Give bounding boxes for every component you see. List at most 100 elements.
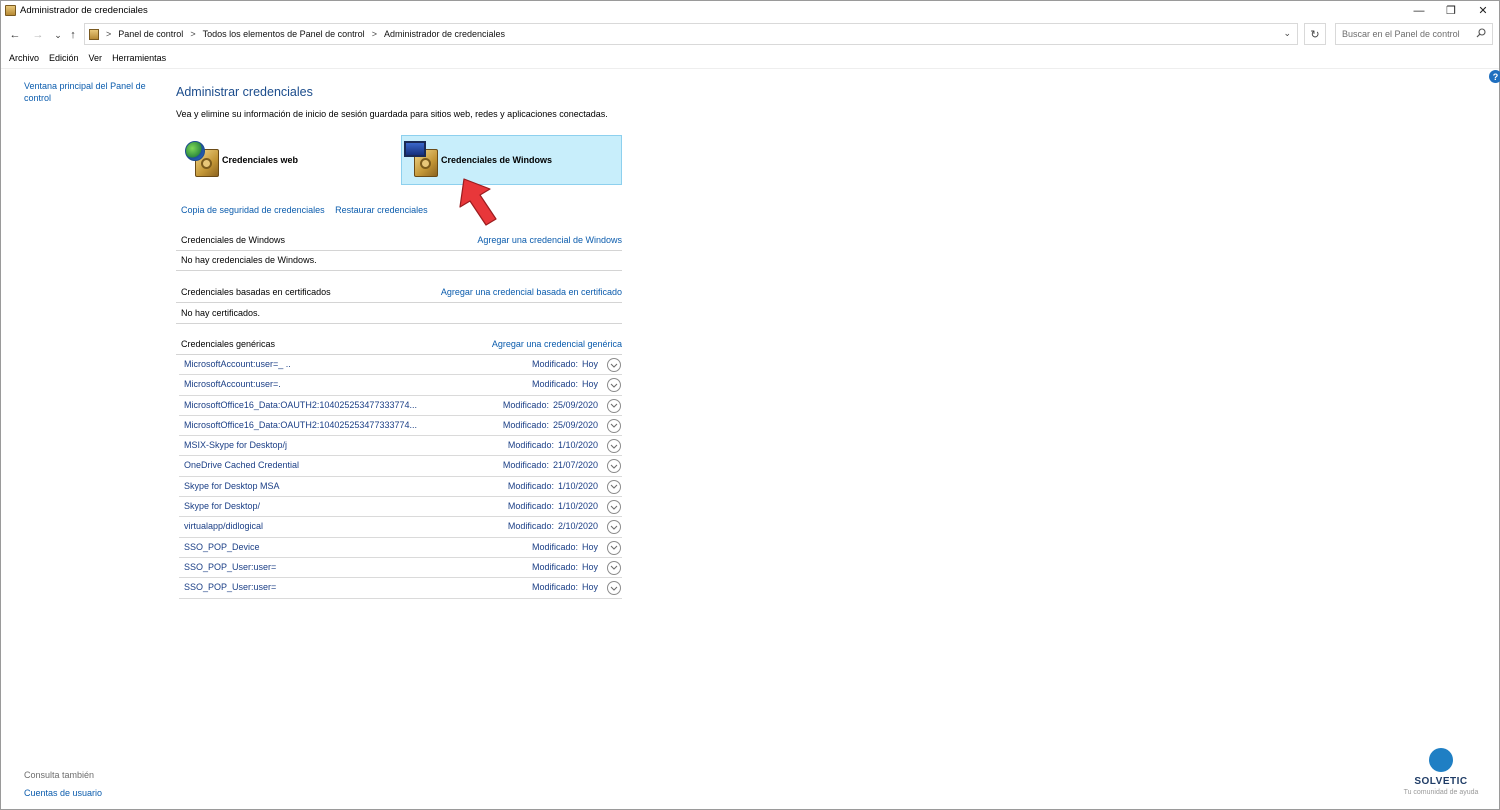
modified-label: Modificado:	[531, 582, 578, 593]
credential-name[interactable]: MSIX-Skype for Desktop/j	[184, 440, 287, 450]
credential-name[interactable]: SSO_POP_User:user=	[184, 562, 276, 572]
expand-chevron-icon[interactable]	[607, 378, 621, 393]
modified-label: Modificado:	[507, 440, 554, 451]
credential-name[interactable]: virtualapp/didlogical	[184, 521, 263, 531]
expand-chevron-icon[interactable]	[607, 358, 621, 372]
certificate-credentials-heading: Credenciales basadas en certificados	[181, 287, 331, 297]
web-credentials-label: Credenciales web	[222, 155, 299, 165]
windows-credentials-icon	[404, 141, 440, 179]
credential-modified: Modificado: 25/09/2020	[503, 420, 598, 430]
refresh-button[interactable]: ↻	[1304, 23, 1326, 45]
credential-name[interactable]: Skype for Desktop MSA	[184, 481, 280, 491]
no-certificates-text: No hay certificados.	[181, 308, 261, 318]
credential-name[interactable]: Skype for Desktop/	[184, 501, 260, 511]
breadcrumb-credential-manager[interactable]: Administrador de credenciales	[384, 29, 505, 39]
address-dropdown-chevron-icon[interactable]: ⌄	[1283, 28, 1291, 39]
credential-modified: Modificado: 1/10/2020	[508, 481, 598, 491]
expand-chevron-icon[interactable]	[607, 439, 621, 454]
restore-credentials-link[interactable]: Restaurar credenciales	[335, 205, 428, 215]
search-placeholder: Buscar en el Panel de control	[1342, 29, 1460, 39]
modified-label: Modificado:	[507, 501, 554, 512]
web-credentials-icon	[185, 141, 221, 179]
credential-name[interactable]: MicrosoftOffice16_Data:OAUTH2:1040252534…	[184, 400, 417, 410]
windows-credentials-heading: Credenciales de Windows	[181, 235, 286, 245]
modified-date: 25/09/2020	[552, 399, 598, 410]
modified-label: Modificado:	[502, 419, 549, 430]
forward-arrow-icon[interactable]: →	[30, 27, 46, 43]
expand-chevron-icon[interactable]	[607, 560, 621, 575]
credential-row[interactable]: Skype for Desktop/Modificado: 1/10/2020	[179, 497, 622, 518]
breadcrumb-control-panel[interactable]: Panel de control	[118, 29, 183, 39]
add-generic-credential-link[interactable]: Agregar una credencial genérica	[492, 339, 622, 349]
modified-label: Modificado:	[531, 541, 578, 552]
expand-chevron-icon[interactable]	[607, 398, 621, 413]
no-windows-credentials-text: No hay credenciales de Windows.	[181, 255, 317, 265]
expand-chevron-icon[interactable]	[607, 479, 621, 494]
recent-locations-chevron-icon[interactable]: ⌄	[50, 27, 66, 43]
backup-credentials-link[interactable]: Copia de seguridad de credenciales	[181, 205, 325, 215]
credential-row[interactable]: SSO_POP_User:user= Modificado: Hoy	[179, 578, 622, 599]
modified-label: Modificado:	[502, 399, 549, 410]
watermark-brand: SOLVETIC	[1414, 776, 1468, 787]
windows-credentials-label: Credenciales de Windows	[441, 155, 552, 165]
watermark-tagline: Tu comunidad de ayuda	[1403, 789, 1479, 796]
credential-name[interactable]: MicrosoftAccount:user=.	[184, 379, 281, 389]
breadcrumb-separator-icon: >	[190, 29, 196, 39]
credential-row[interactable]: virtualapp/didlogical Modificado: 2/10/202…	[179, 517, 622, 538]
credential-modified: Modificado: Hoy	[532, 582, 598, 592]
credential-name[interactable]: MicrosoftAccount:user=_ ..	[184, 359, 291, 369]
credential-modified: Modificado: 2/10/2020	[508, 521, 598, 531]
credential-row[interactable]: MicrosoftOffice16_Data:OAUTH2:1040252534…	[179, 416, 622, 437]
expand-chevron-icon[interactable]	[607, 520, 621, 535]
back-arrow-icon[interactable]: ←	[7, 27, 23, 43]
window-controls: — ❐ ✕	[1403, 1, 1499, 20]
modified-label: Modificado:	[531, 561, 578, 572]
credential-row[interactable]: SSO_POP_User:user= Modificado: Hoy	[179, 558, 622, 579]
restore-button[interactable]: ❐	[1435, 1, 1467, 20]
menu-archivo[interactable]: Archivo	[9, 53, 39, 68]
expand-chevron-icon[interactable]	[607, 418, 621, 433]
menu-ver[interactable]: Ver	[89, 53, 103, 68]
credential-name[interactable]: MicrosoftOffice16_Data:OAUTH2:1040252534…	[184, 420, 417, 430]
modified-date: 2/10/2020	[557, 521, 598, 532]
breadcrumb-all-items[interactable]: Todos los elementos de Panel de control	[203, 29, 365, 39]
credential-modified: Modificado: Hoy	[532, 359, 598, 369]
add-certificate-credential-link[interactable]: Agregar una credencial basada en certifi…	[441, 287, 622, 297]
credential-name[interactable]: SSO_POP_Device	[184, 542, 260, 552]
expand-chevron-icon[interactable]	[607, 540, 621, 555]
credential-name[interactable]: SSO_POP_User:user=	[184, 582, 276, 592]
menu-edicion[interactable]: Edición	[49, 53, 79, 68]
up-arrow-icon[interactable]: ↑	[65, 27, 81, 43]
expand-chevron-icon[interactable]	[607, 500, 621, 515]
credential-name[interactable]: OneDrive Cached Credential	[184, 460, 299, 470]
add-windows-credential-link[interactable]: Agregar una credencial de Windows	[477, 235, 622, 245]
credential-row[interactable]: OneDrive Cached Credential Modificado: 21/…	[179, 456, 622, 477]
expand-chevron-icon[interactable]	[607, 581, 621, 596]
user-accounts-link[interactable]: Cuentas de usuario	[24, 788, 102, 798]
credential-row[interactable]: SSO_POP_Device Modificado: Hoy	[179, 538, 622, 558]
title-bar: Administrador de credenciales — ❐ ✕	[1, 1, 1499, 20]
windows-credentials-tile[interactable]: Credenciales de Windows	[401, 135, 622, 185]
credential-row[interactable]: MicrosoftAccount:user=_ .. Modificado: Hoy	[179, 355, 622, 376]
minimize-button[interactable]: —	[1403, 1, 1435, 20]
modified-date: 21/07/2020	[552, 460, 598, 471]
search-input[interactable]: Buscar en el Panel de control	[1335, 23, 1493, 45]
credential-row[interactable]: MicrosoftOffice16_Data:OAUTH2:1040252534…	[179, 396, 622, 416]
close-button[interactable]: ✕	[1467, 1, 1499, 20]
modified-date: Hoy	[581, 359, 598, 369]
web-credentials-tile[interactable]: Credenciales web	[183, 135, 393, 185]
credential-row[interactable]: MSIX-Skype for Desktop/j Modificado: 1/10/…	[179, 436, 622, 457]
credential-row[interactable]: MicrosoftAccount:user=. Modificado: Hoy	[179, 375, 622, 396]
red-arrow-annotation	[459, 178, 497, 226]
credential-manager-window: Administrador de credenciales — ❐ ✕ ← → …	[0, 0, 1500, 810]
help-icon[interactable]: ?	[1489, 70, 1500, 83]
credential-row[interactable]: Skype for Desktop MSA Modificado: 1/10/202…	[179, 477, 622, 498]
expand-chevron-icon[interactable]	[607, 459, 621, 474]
menu-herramientas[interactable]: Herramientas	[112, 53, 166, 68]
left-pane: Ventana principal del Panel de control	[24, 80, 159, 104]
modified-date: 25/09/2020	[552, 419, 598, 430]
solvetic-logo-icon	[1429, 748, 1453, 772]
address-bar[interactable]: > Panel de control > Todos los elementos…	[84, 23, 1298, 45]
control-panel-home-link[interactable]: Ventana principal del Panel de control	[24, 80, 159, 104]
modified-date: 1/10/2020	[557, 501, 598, 512]
